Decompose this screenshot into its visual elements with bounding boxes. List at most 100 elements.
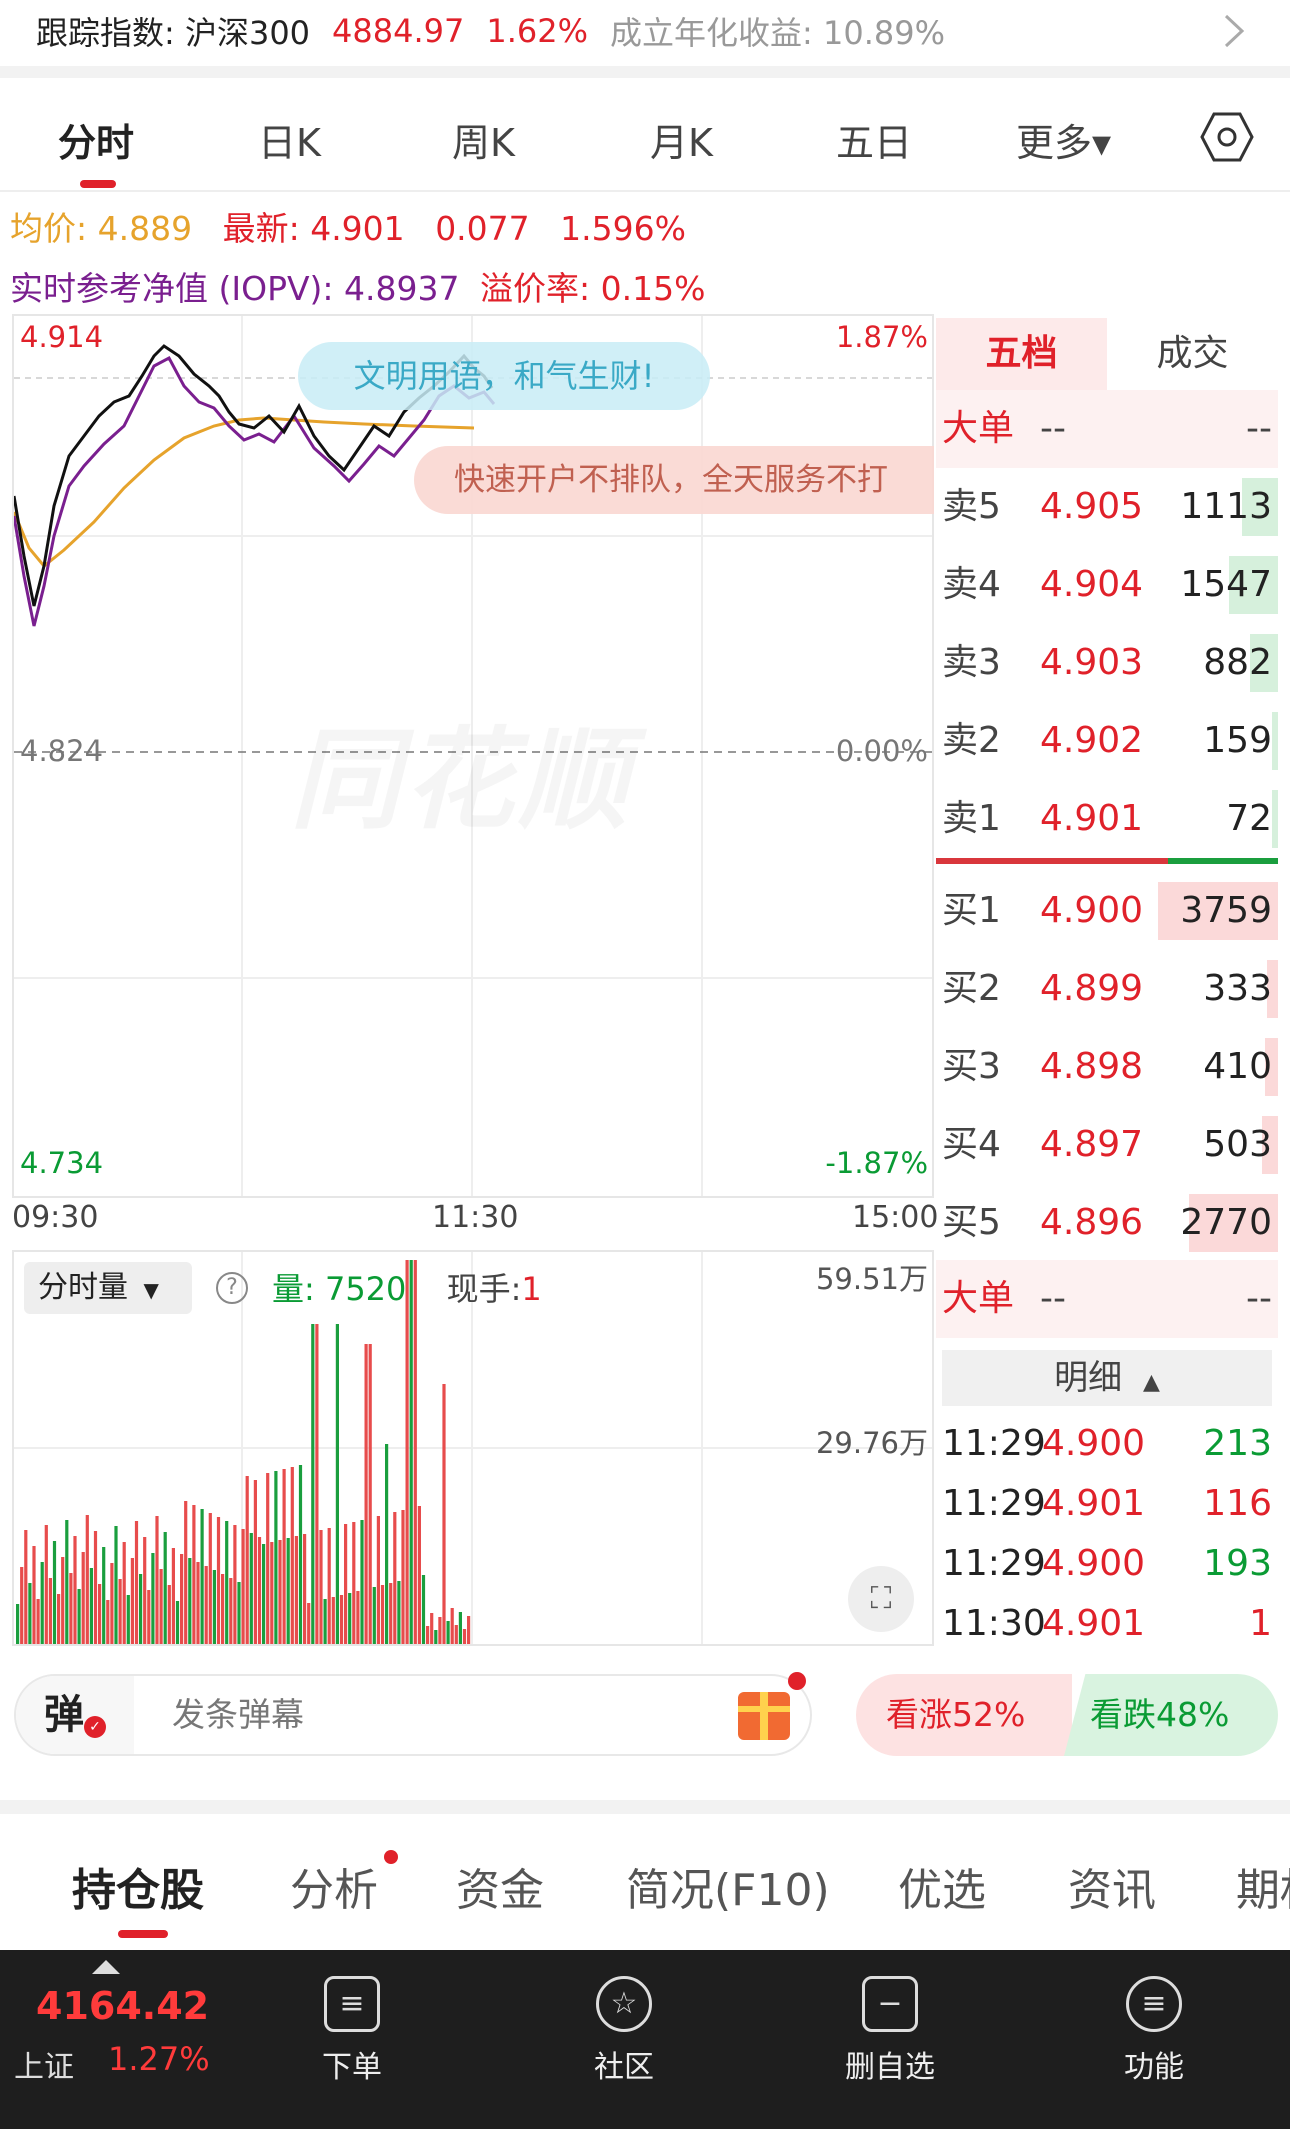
- trade-volume: 213: [1203, 1423, 1272, 1464]
- trade-detail-row: 11:30 4.901 1: [936, 1594, 1278, 1654]
- level-price: 4.905: [1040, 486, 1144, 527]
- volume-bar: [143, 1537, 147, 1644]
- expand-icon[interactable]: ⛶: [848, 1566, 914, 1632]
- tab-weekly-k[interactable]: 周K: [452, 112, 515, 167]
- volume-bar: [126, 1595, 130, 1644]
- tab-picks[interactable]: 优选: [898, 1854, 986, 1918]
- tab-five-levels[interactable]: 五档: [936, 318, 1107, 390]
- tab-news[interactable]: 资讯: [1068, 1854, 1156, 1918]
- danmu-toggle-button[interactable]: 弹 ✓: [16, 1676, 134, 1754]
- level-volume: 159: [1203, 720, 1272, 761]
- level-label: 买4: [942, 1124, 1001, 1165]
- volume-bar: [188, 1558, 192, 1644]
- index-change: 1.62%: [486, 12, 589, 50]
- tab-intraday[interactable]: 分时: [58, 112, 134, 167]
- volume-bar: [139, 1574, 143, 1644]
- level-volume: 2770: [1180, 1202, 1272, 1243]
- trade-price: 4.900: [1042, 1543, 1146, 1584]
- volume-bar: [171, 1548, 175, 1644]
- volume-bar: [385, 1444, 389, 1644]
- volume-bar: [241, 1529, 245, 1644]
- tab-five-day[interactable]: 五日: [836, 112, 912, 167]
- volume-bar: [307, 1603, 311, 1644]
- big-order-price: --: [1040, 1278, 1066, 1319]
- buy-level-row[interactable]: 买3 4.898 410: [936, 1028, 1278, 1106]
- level-price: 4.897: [1040, 1124, 1144, 1165]
- volume-bar: [257, 1537, 262, 1644]
- volume-bar: [212, 1570, 216, 1644]
- order-book-panel: 五档 成交 大单 -- -- 卖5 4.905 1113 卖4 4.904 1547 卖3 4…: [936, 314, 1278, 1648]
- buy-level-row[interactable]: 买1 4.900 3759: [936, 872, 1278, 950]
- buy-level-row[interactable]: 买4 4.897 503: [936, 1106, 1278, 1184]
- help-icon[interactable]: ?: [216, 1272, 248, 1304]
- nav-functions[interactable]: ≡ 功能: [1094, 1976, 1214, 2086]
- volume-bar: [462, 1629, 467, 1644]
- level-volume: 1113: [1180, 486, 1272, 527]
- pct-axis-bottom: -1.87%: [825, 1146, 928, 1180]
- volume-bar: [28, 1583, 32, 1644]
- volume-bar: [200, 1509, 204, 1644]
- volume-bar: [376, 1516, 380, 1644]
- vote-up-button[interactable]: 看涨52%: [856, 1674, 1072, 1756]
- sh-index-value[interactable]: 4164.42: [36, 1984, 209, 2028]
- volume-bar: [110, 1563, 114, 1644]
- sell-level-row[interactable]: 卖5 4.905 1113: [936, 468, 1278, 546]
- volume-bar: [134, 1521, 139, 1644]
- vote-down-button[interactable]: 看跌48%: [1064, 1674, 1278, 1756]
- sell-level-row[interactable]: 卖1 4.901 72: [936, 780, 1278, 858]
- detail-header[interactable]: 明细 ▲: [942, 1350, 1272, 1406]
- volume-indicator-select[interactable]: 分时量 ▼: [24, 1262, 192, 1314]
- settings-hexagon-icon[interactable]: [1200, 110, 1254, 164]
- tab-monthly-k[interactable]: 月K: [650, 112, 713, 167]
- tab-options[interactable]: 期权: [1236, 1854, 1290, 1918]
- index-tracking-bar[interactable]: 跟踪指数: 沪深300 4884.97 1.62% 成立年化收益: 10.89%: [0, 0, 1290, 62]
- chevron-right-icon[interactable]: [1222, 14, 1246, 48]
- sell-level-row[interactable]: 卖2 4.902 159: [936, 702, 1278, 780]
- tab-analysis[interactable]: 分析: [290, 1854, 378, 1918]
- volume-bar: [118, 1579, 122, 1644]
- brand-watermark: 同花顺: [290, 690, 632, 850]
- notification-dot: [788, 1672, 806, 1690]
- big-order-volume: --: [1246, 1278, 1272, 1319]
- volume-bar: [409, 1260, 413, 1644]
- gift-icon[interactable]: [738, 1692, 790, 1740]
- divider: [0, 190, 1290, 192]
- volume-bar: [438, 1617, 442, 1644]
- level-label: 卖5: [942, 486, 1001, 527]
- tab-trades[interactable]: 成交: [1107, 318, 1278, 390]
- volume-bar: [417, 1506, 421, 1644]
- volume-bar: [237, 1582, 241, 1644]
- tab-more[interactable]: 更多▾: [1016, 112, 1111, 167]
- nav-remove-watchlist[interactable]: − 删自选: [830, 1976, 950, 2086]
- trade-detail-row: 11:29 4.900 193: [936, 1534, 1278, 1594]
- trade-volume: 116: [1203, 1483, 1272, 1524]
- danmu-toggle-label: 弹: [44, 1692, 84, 1738]
- nav-order[interactable]: ≡ 下单: [292, 1976, 412, 2086]
- level-volume: 1547: [1180, 564, 1272, 605]
- volume-bar: [81, 1552, 85, 1644]
- volume-indicator-label: 分时量: [38, 1270, 128, 1305]
- volume-bar: [69, 1573, 73, 1644]
- nav-community[interactable]: ☆ 社区: [564, 1976, 684, 2086]
- sell-level-row[interactable]: 卖4 4.904 1547: [936, 546, 1278, 624]
- divider: [0, 66, 1290, 78]
- big-order-volume: --: [1246, 408, 1272, 449]
- tab-daily-k[interactable]: 日K: [258, 112, 321, 167]
- volume-bar: [446, 1621, 450, 1644]
- tab-holdings[interactable]: 持仓股: [72, 1854, 204, 1918]
- buy-level-row[interactable]: 买5 4.896 2770: [936, 1184, 1278, 1262]
- minus-box-icon: −: [862, 1976, 918, 2032]
- volume-bar: [192, 1505, 196, 1644]
- iopv-value: 实时参考净值 (IOPV): 4.8937: [10, 269, 460, 308]
- volume-bar: [253, 1480, 257, 1644]
- buy-level-row[interactable]: 买2 4.899 333: [936, 950, 1278, 1028]
- level-label: 买1: [942, 890, 1001, 931]
- trade-time: 11:29: [942, 1543, 1046, 1584]
- volume-bar: [1272, 712, 1278, 770]
- volume-bar: [130, 1558, 134, 1644]
- tab-overview-f10[interactable]: 简况(F10): [626, 1854, 830, 1918]
- danmu-input-bar[interactable]: 弹 ✓ 发条弹幕: [14, 1674, 812, 1756]
- sell-level-row[interactable]: 卖3 4.903 882: [936, 624, 1278, 702]
- volume-bar: [458, 1612, 462, 1644]
- tab-funds[interactable]: 资金: [456, 1854, 544, 1918]
